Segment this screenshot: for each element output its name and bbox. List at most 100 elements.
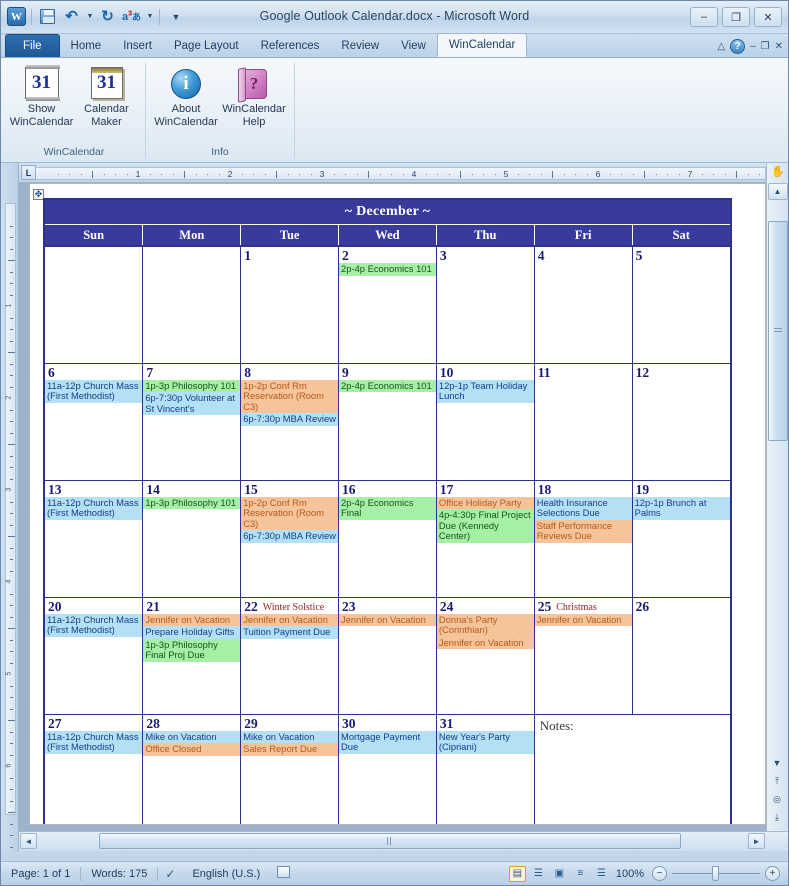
language-indicator[interactable]: English (U.S.) [182,868,270,880]
calendar-event[interactable]: 12p-1p Team Holiday Lunch [436,379,534,403]
zoom-in-button[interactable]: + [765,866,780,881]
doc-minimize-icon[interactable]: – [750,41,756,52]
calendar-day-cell-23[interactable]: 23 Jennifer on Vacation [338,597,437,715]
calendar-event[interactable]: Mike on Vacation [143,730,240,744]
horizontal-scroll-thumb[interactable] [99,833,681,849]
calendar-day-cell-13[interactable]: 13 11a-12p Church Mass (First Methodist) [45,480,144,598]
calendar-event[interactable]: 11a-12p Church Mass (First Methodist) [45,379,142,403]
scroll-up-button[interactable]: ▲ [767,183,788,200]
previous-page-button[interactable]: ⤒ [769,773,785,789]
calendar-event[interactable]: Jennifer on Vacation [241,613,338,627]
calendar-event[interactable]: 11a-12p Church Mass (First Methodist) [45,496,142,520]
calendar-event[interactable]: 1p-3p Philosophy 101 [143,496,240,510]
calendar-day-cell-15[interactable]: 15 1p-2p Conf Rm Reservation (Room C3) 6p-… [240,480,340,598]
horizontal-ruler[interactable]: L 1 2 3 4 5 6 7 [19,163,788,183]
vertical-scrollbar[interactable]: ✋ ▲ ▼ ⤒ ◎ ⤓ [766,163,788,851]
calendar-event[interactable]: 1p-2p Conf Rm Reservation (Room C3) [241,496,338,531]
calendar-event[interactable]: Health Insurance Selections Due [534,496,632,520]
scroll-down-button[interactable]: ▼ [769,755,785,771]
calendar-table[interactable]: ~ December ~ Sun Mon Tue Wed Thu Fri Sat [43,198,732,824]
view-outline[interactable]: ≡ [572,866,589,882]
calendar-event[interactable]: Sales Report Due [241,743,338,756]
calendar-event[interactable]: 4p-4:30p Final Project Due (Kennedy Cent… [436,509,534,543]
show-wincalendar-button[interactable]: 31 Show WinCalendar [9,63,74,128]
calendar-event[interactable]: Jennifer on Vacation [339,613,436,627]
calendar-event[interactable]: Donna's Party (Corinthian) [436,613,534,637]
calendar-day-cell-1[interactable]: 1 [240,246,340,364]
calendar-day-cell-31[interactable]: 31 New Year's Party (Cipriani) [436,714,535,824]
calendar-day-cell-7[interactable]: 7 1p-3p Philosophy 101 6p-7:30p Volunteer … [142,363,242,481]
view-web-layout[interactable]: ▣ [551,866,568,882]
tab-review[interactable]: Review [330,35,390,57]
doc-restore-icon[interactable]: ❐ [761,41,770,52]
calendar-day-cell-26[interactable]: 26 [632,597,730,715]
calendar-day-cell-19[interactable]: 19 12p-1p Brunch at Palms [632,480,730,598]
calendar-day-cell-29[interactable]: 29 Mike on Vacation Sales Report Due [240,714,340,824]
close-button[interactable]: ✕ [754,7,782,27]
calendar-day-cell-17[interactable]: 17 Office Holiday Party 4p-4:30p Final Pro… [436,480,535,598]
next-page-button[interactable]: ⤓ [769,809,785,825]
view-full-screen-reading[interactable]: ☰ [530,866,547,882]
tab-stop-selector-icon[interactable]: L [21,165,36,180]
page-indicator[interactable]: Page: 1 of 1 [1,868,80,880]
minimize-button[interactable]: – [690,7,718,27]
vertical-scroll-thumb[interactable] [768,221,788,441]
calendar-day-cell-18[interactable]: 18 Health Insurance Selections Due Staff P… [534,480,633,598]
calendar-event[interactable]: 6p-7:30p MBA Review [241,413,338,426]
calendar-event[interactable]: Tuition Payment Due [241,626,338,639]
calendar-day-cell-21[interactable]: 21 Jennifer on Vacation Prepare Holiday Gi… [142,597,242,715]
view-print-layout[interactable]: ▤ [508,865,526,882]
calendar-day-cell-9[interactable]: 9 2p-4p Economics 101 [338,363,437,481]
calendar-event[interactable]: Prepare Holiday Gifts [143,626,240,639]
tab-insert[interactable]: Insert [112,35,163,57]
vertical-ruler[interactable]: 1 2 3 4 5 6 [1,163,19,851]
word-count[interactable]: Words: 175 [81,868,157,880]
calendar-cell-empty[interactable] [142,246,242,364]
calendar-event[interactable]: 2p-4p Economics Final [339,496,436,520]
calendar-day-cell-30[interactable]: 30 Mortgage Payment Due [338,714,437,824]
calendar-day-cell-10[interactable]: 10 12p-1p Team Holiday Lunch [436,363,535,481]
calendar-day-cell-27[interactable]: 27 11a-12p Church Mass (First Methodist) [45,714,144,824]
calendar-maker-button[interactable]: 31 Calendar Maker [74,63,139,128]
calendar-event[interactable]: New Year's Party (Cipriani) [436,730,534,754]
calendar-day-cell-24[interactable]: 24 Donna's Party (Corinthian) Jennifer on … [436,597,535,715]
calendar-cell-empty[interactable] [45,246,144,364]
view-draft[interactable]: ☰ [593,866,610,882]
about-wincalendar-button[interactable]: i About WinCalendar [152,63,220,128]
calendar-event[interactable]: 6p-7:30p Volunteer at St Vincent's [143,392,240,416]
calendar-event[interactable]: Jennifer on Vacation [436,636,534,650]
calendar-event[interactable]: Staff Performance Reviews Due [534,519,632,543]
calendar-event[interactable]: 11a-12p Church Mass (First Methodist) [45,730,142,754]
calendar-event[interactable]: 6p-7:30p MBA Review [241,530,338,543]
calendar-day-cell-20[interactable]: 20 11a-12p Church Mass (First Methodist) [45,597,144,715]
calendar-notes-cell[interactable]: Notes: [534,714,633,824]
calendar-event[interactable]: 1p-2p Conf Rm Reservation (Room C3) [241,379,338,414]
calendar-event[interactable]: 2p-4p Economics 101 [339,379,436,393]
maximize-button[interactable]: ❐ [722,7,750,27]
calendar-day-cell-22[interactable]: 22 Winter Solstice Jennifer on Vacation Tui… [240,597,340,715]
calendar-day-cell-11[interactable]: 11 [534,363,633,481]
tab-wincalendar[interactable]: WinCalendar [436,33,528,57]
calendar-event[interactable]: Office Holiday Party [436,496,534,510]
zoom-out-button[interactable]: − [652,866,667,881]
calendar-event[interactable]: 11a-12p Church Mass (First Methodist) [45,613,142,637]
calendar-day-cell-4[interactable]: 4 [534,246,633,364]
calendar-day-cell-16[interactable]: 16 2p-4p Economics Final [338,480,437,598]
tab-file[interactable]: File [5,34,60,57]
tab-references[interactable]: References [250,35,331,57]
calendar-event[interactable]: Jennifer on Vacation [534,613,632,627]
pan-hand-icon[interactable]: ✋ [770,165,786,181]
horizontal-scrollbar[interactable]: ◄ ► [19,831,788,851]
calendar-event[interactable]: Jennifer on Vacation [143,613,240,627]
zoom-slider[interactable]: − + [652,866,780,881]
calendar-day-cell-6[interactable]: 6 11a-12p Church Mass (First Methodist) [45,363,144,481]
calendar-event[interactable]: Office Closed [143,743,240,756]
calendar-day-cell-14[interactable]: 14 1p-3p Philosophy 101 [142,480,242,598]
calendar-day-cell-25[interactable]: 25 Christmas Jennifer on Vacation [534,597,633,715]
help-icon[interactable]: ? [730,39,746,54]
document-page[interactable]: ✥ ~ December ~ Sun Mon Tue Wed Thu Fri S… [29,183,766,825]
calendar-event[interactable]: 1p-3p Philosophy 101 [143,379,240,393]
calendar-day-cell-2[interactable]: 2 2p-4p Economics 101 [338,246,437,364]
calendar-event[interactable]: Mike on Vacation [241,730,338,744]
calendar-event[interactable]: 12p-1p Brunch at Palms [632,496,730,520]
